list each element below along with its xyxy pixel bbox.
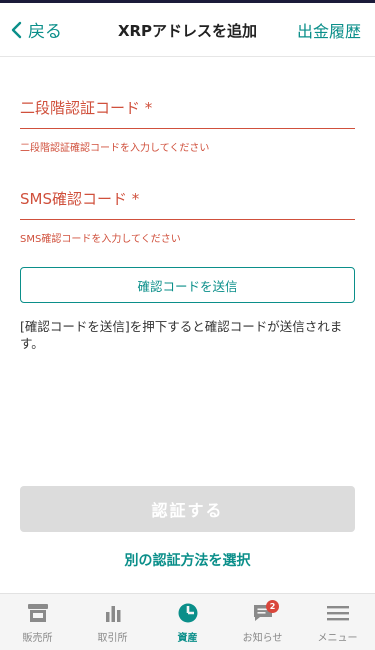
tab-store-label: 販売所 <box>22 633 53 644</box>
pie-chart-icon <box>178 603 197 623</box>
two-factor-code-error: 二段階認証確認コードを入力してください <box>20 143 210 154</box>
tab-store[interactable]: 販売所 <box>0 594 75 650</box>
tab-exchange-label: 取引所 <box>97 633 128 644</box>
store-icon <box>27 604 48 622</box>
withdrawal-history-link[interactable]: 出金履歴 <box>297 18 361 42</box>
two-factor-code-label[interactable]: 二段階認証コード * <box>20 97 355 129</box>
bar-chart-icon <box>105 606 120 622</box>
send-code-note: [確認コードを送信]を押下すると確認コードが送信されます。 <box>20 319 343 351</box>
tab-menu[interactable]: メニュー <box>300 594 375 650</box>
send-code-button[interactable]: 確認コードを送信 <box>20 267 355 303</box>
tab-menu-label: メニュー <box>317 633 358 644</box>
notification-badge: 2 <box>266 600 279 613</box>
alternative-auth-link[interactable]: 別の認証方法を選択 <box>0 550 375 570</box>
back-button[interactable]: 戻る <box>10 17 62 42</box>
tab-assets[interactable]: 資産 <box>150 594 225 650</box>
tab-assets-label: 資産 <box>177 633 198 644</box>
two-factor-code-field[interactable]: 二段階認証コード * 二段階認証確認コードを入力してください <box>20 97 355 154</box>
tab-news[interactable]: 2 お知らせ <box>225 594 300 650</box>
sms-code-error: SMS確認コードを入力してください <box>20 234 181 245</box>
tab-exchange[interactable]: 取引所 <box>75 594 150 650</box>
tab-news-label: お知らせ <box>242 633 283 644</box>
sms-code-label[interactable]: SMS確認コード * <box>20 188 355 220</box>
chevron-left-icon <box>11 21 22 38</box>
bottom-tab-bar: 販売所 取引所 資産 2 お知らせ メニュー <box>0 593 375 650</box>
app-header: 戻る XRPアドレスを追加 出金履歴 <box>0 3 375 57</box>
authenticate-button[interactable]: 認証する <box>20 486 355 532</box>
menu-icon <box>326 606 349 621</box>
sms-code-field[interactable]: SMS確認コード * SMS確認コードを入力してください <box>20 188 355 245</box>
back-label: 戻る <box>28 22 62 42</box>
